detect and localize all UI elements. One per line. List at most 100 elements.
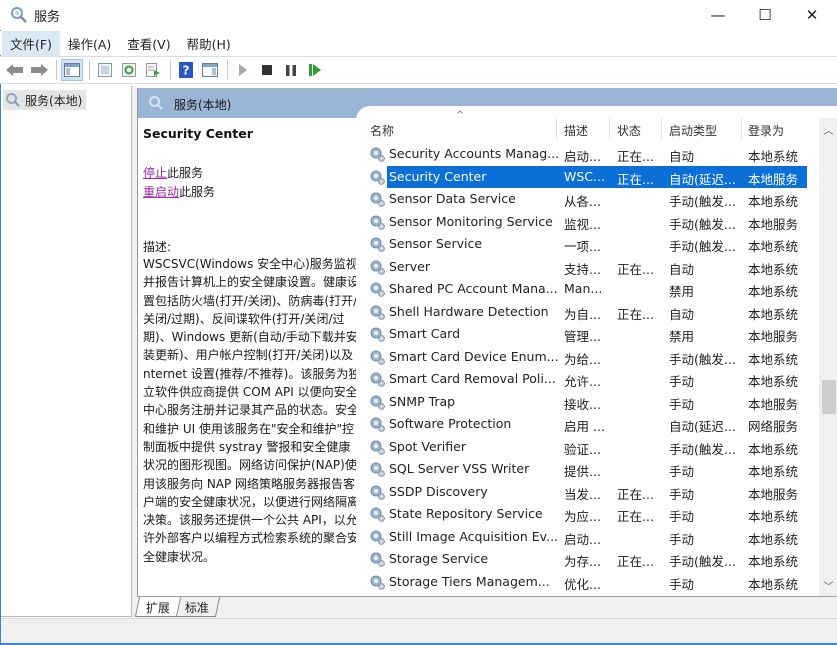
column-header-logon-as[interactable]: 登录为 xyxy=(748,122,784,139)
service-row[interactable]: Software Protection 启用 ... 自动(延迟... 网络服务 xyxy=(356,413,818,436)
menu-action[interactable]: 操作(A) xyxy=(60,31,119,56)
service-logon-as-cell: 本地系统 xyxy=(748,149,799,164)
tab-extended-label: 扩展 xyxy=(145,601,170,615)
service-name-cell: Smart Card Device Enum... xyxy=(389,348,559,364)
stop-service-link[interactable]: 停止 xyxy=(143,166,167,180)
tree-item-services-local[interactable]: 服务(本地) xyxy=(3,90,87,110)
minimize-icon: — xyxy=(710,6,726,24)
restart-service-button[interactable] xyxy=(304,59,326,81)
show-hide-console-tree-button[interactable] xyxy=(61,59,83,81)
service-status-cell: 正在... xyxy=(617,149,654,164)
service-name-cell: Still Image Acquisition Ev... xyxy=(389,528,559,544)
service-logon-as-cell: 本地服务 xyxy=(748,171,799,187)
service-row[interactable]: Still Image Acquisition Ev... 启动... 手动 本地系统 xyxy=(356,526,818,549)
service-name-cell: SNMP Trap xyxy=(389,393,456,409)
list-column-header: ^ 名称 描述 状态 启动类型 登录为 xyxy=(356,106,818,140)
service-status-cell: 正在... xyxy=(617,306,654,322)
close-button[interactable]: ✕ xyxy=(789,0,835,30)
service-startup-type-cell: 手动(触发... xyxy=(669,554,736,569)
service-description-cell: 允许... xyxy=(564,374,601,389)
service-row[interactable]: Shell Hardware Detection 为自... 正在... 自动 本地系统 xyxy=(356,301,818,324)
scroll-down-icon[interactable]: ﹀ xyxy=(819,576,837,594)
service-row[interactable]: Smart Card Device Enum... 为给... 手动(触发... 本地… xyxy=(356,346,818,369)
maximize-button[interactable]: ☐ xyxy=(742,0,788,30)
service-gear-icon xyxy=(369,529,386,546)
tab-standard[interactable]: 标准 xyxy=(174,597,221,617)
action-pane-icon xyxy=(202,63,218,77)
service-row[interactable]: SNMP Trap 接收... 手动 本地服务 xyxy=(356,391,818,414)
forward-arrow-icon xyxy=(31,64,48,76)
refresh-icon xyxy=(122,63,136,77)
column-divider[interactable] xyxy=(556,118,557,140)
service-gear-icon xyxy=(369,326,386,343)
tab-extended[interactable]: 扩展 xyxy=(134,597,182,617)
restart-service-action: 重启动此服务 xyxy=(143,183,215,200)
column-divider[interactable] xyxy=(741,118,742,140)
service-row[interactable]: Storage Service 为存... 正在... 手动(触发... 本地系统 xyxy=(356,548,818,571)
back-button[interactable] xyxy=(4,59,26,81)
toolbar-separator xyxy=(89,60,90,80)
service-startup-type-cell: 自动 xyxy=(669,149,695,164)
menu-view[interactable]: 查看(V) xyxy=(119,31,178,56)
service-logon-as-cell: 本地系统 xyxy=(748,464,799,479)
column-header-startup-type[interactable]: 启动类型 xyxy=(669,122,717,139)
service-logon-as-cell: 本地服务 xyxy=(748,396,799,412)
service-row[interactable]: Sensor Service 一项... 手动(触发... 本地系统 xyxy=(356,233,818,256)
column-header-status[interactable]: 状态 xyxy=(617,122,641,139)
export-list-button[interactable] xyxy=(142,59,164,81)
service-row[interactable]: Storage Tiers Managem... 优化... 手动 本地系统 xyxy=(356,571,818,594)
service-description-cell: 监视... xyxy=(564,216,601,232)
service-logon-as-cell: 网络服务 xyxy=(748,419,799,434)
show-hide-action-pane-button[interactable] xyxy=(199,59,221,81)
start-service-button[interactable] xyxy=(232,59,254,81)
help-button[interactable]: ? xyxy=(175,59,197,81)
stop-service-button[interactable] xyxy=(256,59,278,81)
service-gear-icon xyxy=(369,214,386,231)
menu-file[interactable]: 文件(F) xyxy=(2,30,60,56)
service-row[interactable]: State Repository Service 为应... 正在... 手动 本地系统 xyxy=(356,503,818,526)
minimize-button[interactable]: — xyxy=(695,0,741,30)
services-header-icon xyxy=(149,96,163,110)
service-row[interactable]: Sensor Monitoring Service 监视... 手动(触发... 本地… xyxy=(356,211,818,234)
service-row[interactable]: Spot Verifier 验证... 手动(触发... 本地系统 xyxy=(356,436,818,459)
service-row[interactable]: Smart Card Removal Poli... 允许... 手动 本地系统 xyxy=(356,368,818,391)
service-row[interactable]: Security Center WSC... 正在... 自动(延迟... 本地服务 xyxy=(356,165,818,189)
restart-service-link[interactable]: 重启动 xyxy=(143,185,179,199)
service-row[interactable]: Server 支持... 正在... 自动 本地系统 xyxy=(356,256,818,279)
menu-help[interactable]: 帮助(H) xyxy=(179,31,239,56)
service-gear-icon xyxy=(369,349,386,366)
refresh-button[interactable] xyxy=(118,59,140,81)
service-row[interactable]: Smart Card 管理... 禁用 本地服务 xyxy=(356,323,818,346)
service-name-cell: Security Center xyxy=(389,168,487,184)
service-row[interactable]: SSDP Discovery 当发... 正在... 手动 本地服务 xyxy=(356,481,818,504)
service-name-cell: Shared PC Account Mana... xyxy=(389,281,558,296)
service-name-cell: Storage Tiers Managem... xyxy=(389,573,550,589)
console-tree-pane: 服务(本地) xyxy=(1,86,132,617)
service-row[interactable]: SQL Server VSS Writer 提供... 手动 本地系统 xyxy=(356,458,818,481)
content-header-title: 服务(本地) xyxy=(174,98,232,112)
scrollbar-thumb[interactable] xyxy=(822,380,836,414)
column-header-description[interactable]: 描述 xyxy=(564,122,588,139)
view-tabs: 扩展 标准 xyxy=(134,596,837,618)
vertical-scrollbar[interactable]: ︿ ﹀ xyxy=(819,118,837,596)
service-row[interactable]: Shared PC Account Mana... Man... 禁用 本地系统 xyxy=(356,278,818,301)
scroll-up-icon[interactable]: ︿ xyxy=(819,120,837,138)
service-logon-as-cell: 本地系统 xyxy=(748,374,799,389)
service-gear-icon xyxy=(369,371,386,388)
column-divider[interactable] xyxy=(609,118,610,140)
properties-button[interactable] xyxy=(94,59,116,81)
service-startup-type-cell: 手动 xyxy=(669,396,695,412)
column-divider[interactable] xyxy=(661,118,662,140)
column-header-name[interactable]: 名称 xyxy=(370,122,394,139)
service-description-cell: 管理... xyxy=(564,329,601,344)
service-row[interactable]: Sensor Data Service 从各... 手动(触发... 本地系统 xyxy=(356,188,818,211)
service-status-cell: 正在... xyxy=(617,509,654,524)
pause-service-button[interactable] xyxy=(280,59,302,81)
service-gear-icon xyxy=(369,259,386,276)
service-logon-as-cell: 本地系统 xyxy=(748,306,799,322)
forward-button[interactable] xyxy=(28,59,50,81)
service-gear-icon xyxy=(369,169,386,186)
menu-bar: 文件(F) 操作(A) 查看(V) 帮助(H) xyxy=(0,30,837,56)
service-row[interactable]: Security Accounts Manag... 启动... 正在... 自动 本地… xyxy=(356,143,818,166)
selected-service-name: Security Center xyxy=(143,126,253,141)
